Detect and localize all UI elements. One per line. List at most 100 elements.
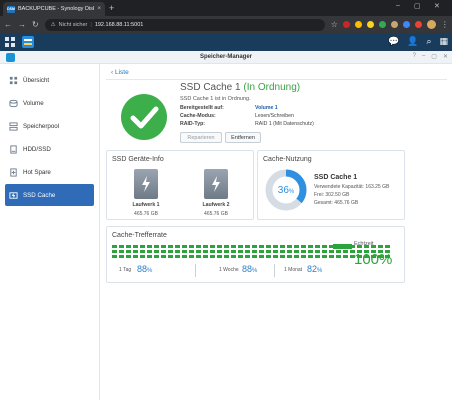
hit-rate-cell	[203, 250, 208, 253]
sidebar-item-hdd-ssd[interactable]: HDD/SSD	[5, 138, 94, 160]
realtime-value: 100%	[354, 251, 393, 268]
storage-manager-taskbar-icon[interactable]	[22, 36, 34, 48]
tab-title: BACKUPCUBE - Synology DiskSt	[18, 6, 95, 12]
hit-rate-cell	[336, 255, 341, 258]
prop-value-raid: RAID 1 (Mit Datenschutz)	[255, 121, 314, 127]
hit-rate-cell	[140, 250, 145, 253]
prop-key-cache-mode: Cache-Modus:	[180, 113, 216, 119]
app-minimize-button[interactable]: –	[422, 53, 425, 60]
new-tab-button[interactable]: +	[109, 3, 114, 13]
hit-rate-cell	[238, 245, 243, 248]
period-value: 88%	[242, 264, 258, 274]
extension-avatar-icon[interactable]	[390, 21, 398, 28]
close-window-button[interactable]: ✕	[434, 2, 440, 10]
hit-rate-cell	[154, 250, 159, 253]
hit-rate-cell	[301, 245, 306, 248]
hit-rate-panel: Cache-Trefferrate 1 Tag 88% 1 Woche 88% …	[106, 226, 405, 283]
hit-rate-cell	[189, 245, 194, 248]
sidebar-item-ssd-cache[interactable]: SSD Cache	[5, 184, 94, 206]
grid-icon[interactable]	[4, 36, 16, 48]
hit-rate-cell	[154, 245, 159, 248]
back-to-list-link[interactable]: ‹ Liste	[111, 69, 129, 76]
divider	[106, 79, 447, 80]
cache-name: SSD Cache 1	[180, 82, 241, 93]
hit-rate-row	[112, 255, 390, 258]
hit-rate-cell	[161, 255, 166, 258]
repair-button[interactable]: Reparieren	[180, 132, 222, 143]
hit-rate-cell	[126, 255, 131, 258]
hit-rate-cell	[322, 250, 327, 253]
back-label: Liste	[114, 69, 129, 76]
main-content: ‹ Liste SSD Cache 1 (In Ordnung) SSD Cac…	[101, 64, 452, 400]
hit-rate-cell	[147, 245, 152, 248]
profile-avatar-icon[interactable]	[426, 20, 436, 29]
usage-cache-name: SSD Cache 1	[314, 174, 358, 181]
star-icon[interactable]: ☆	[331, 20, 338, 29]
prop-key-deployed: Bereitgestellt auf:	[180, 105, 224, 111]
prop-value-deployed[interactable]: Volume 1	[255, 105, 278, 111]
hit-rate-cell	[119, 255, 124, 258]
hit-rate-cell	[112, 245, 117, 248]
app-close-button[interactable]: ✕	[443, 53, 448, 60]
chat-icon[interactable]: 💬	[388, 36, 399, 47]
dsm-favicon-icon: DSM	[7, 5, 15, 13]
back-arrow-icon[interactable]: ←	[4, 20, 12, 29]
browser-tab[interactable]: DSM BACKUPCUBE - Synology DiskSt ×	[3, 2, 105, 16]
app-title: Speicher-Manager	[199, 54, 253, 60]
period-label: 1 Tag	[119, 267, 132, 273]
sidebar-item-volume[interactable]: Volume	[5, 92, 94, 114]
forward-arrow-icon[interactable]: →	[18, 20, 26, 29]
search-icon[interactable]: ⌕	[426, 36, 431, 47]
url-input[interactable]: ⚠ Nicht sicher | 192.168.88.11:5001	[44, 18, 325, 31]
sidebar-item-hot-spare[interactable]: Hot Spare	[5, 161, 94, 183]
hit-rate-cell	[119, 250, 124, 253]
sidebar-item-label: SSD Cache	[23, 191, 56, 199]
drive-1[interactable]: Laufwerk 1 465.76 GB	[128, 169, 164, 217]
drive-name: Laufwerk 1	[132, 202, 160, 208]
hit-rate-cell	[259, 255, 264, 258]
hit-rate-cell	[182, 245, 187, 248]
extension-red-icon[interactable]	[414, 21, 422, 28]
hit-rate-cell	[196, 250, 201, 253]
ssd-drive-icon	[134, 169, 158, 199]
divider	[195, 264, 196, 277]
hit-rate-cell	[133, 250, 138, 253]
user-icon[interactable]: 👤	[407, 36, 418, 47]
remove-button[interactable]: Entfernen	[225, 132, 261, 143]
sidebar-item-storage-pool[interactable]: Speicherpool	[5, 115, 94, 137]
hit-rate-cell	[308, 255, 313, 258]
hit-rate-cell	[119, 245, 124, 248]
help-button[interactable]: ?	[413, 53, 416, 60]
extension-eye-icon[interactable]	[354, 21, 362, 28]
hit-rate-cell	[203, 255, 208, 258]
hit-rate-cell	[385, 245, 390, 248]
hit-rate-cell	[196, 255, 201, 258]
hit-rate-cell	[189, 255, 194, 258]
hit-rate-cell	[231, 255, 236, 258]
hit-rate-cell	[126, 245, 131, 248]
hit-rate-cell	[322, 255, 327, 258]
extension-blue-icon[interactable]	[402, 21, 410, 28]
hit-rate-cell	[252, 255, 257, 258]
app-maximize-button[interactable]: ▢	[431, 53, 437, 60]
hit-rate-cell	[245, 255, 250, 258]
hit-rate-cell	[273, 255, 278, 258]
browser-menu-icon[interactable]: ⋮	[441, 20, 449, 29]
sidebar-item-overview[interactable]: Übersicht	[5, 69, 94, 91]
prop-value-cache-mode: Lesen/Schreiben	[255, 113, 294, 119]
extension-yellow-icon[interactable]	[366, 21, 374, 28]
hit-rate-cell	[231, 245, 236, 248]
maximize-button[interactable]: ▢	[414, 2, 421, 10]
tab-close-icon[interactable]: ×	[97, 6, 101, 12]
sidebar-item-label: Übersicht	[23, 76, 50, 84]
hit-rate-cell	[280, 250, 285, 253]
extension-green-icon[interactable]	[378, 21, 386, 28]
extension-shield-icon[interactable]	[342, 21, 350, 28]
drive-2[interactable]: Laufwerk 2 465.76 GB	[198, 169, 234, 217]
used-capacity: Verwendete Kapazität: 163.25 GB	[314, 184, 390, 190]
widgets-icon[interactable]: ▦	[439, 36, 448, 47]
sidebar-item-label: HDD/SSD	[23, 145, 51, 153]
reload-icon[interactable]: ↻	[32, 20, 39, 29]
minimize-button[interactable]: –	[396, 2, 400, 9]
hit-rate-cell	[280, 245, 285, 248]
